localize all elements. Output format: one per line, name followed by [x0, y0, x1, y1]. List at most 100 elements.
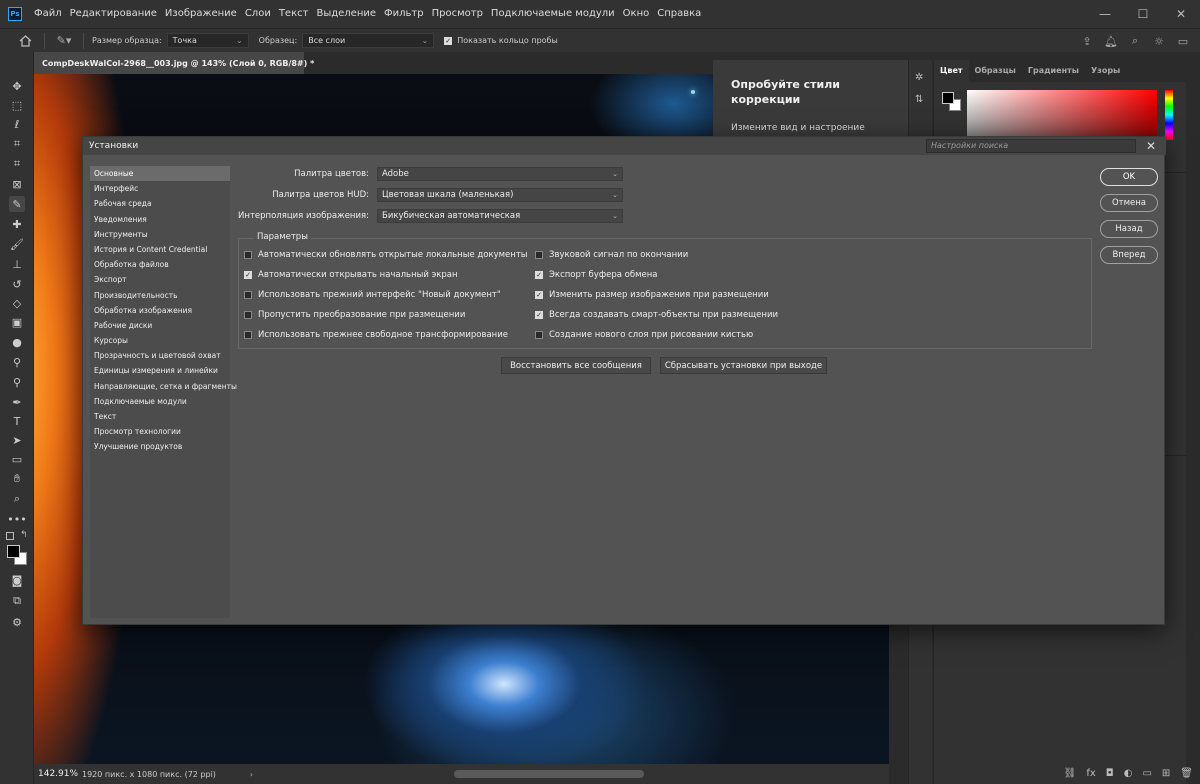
trash-icon[interactable]: 🗑︎ [1180, 768, 1193, 779]
checkbox[interactable] [244, 311, 252, 319]
reset-on-quit-button[interactable]: Сбрасывать установки при выходе [660, 357, 827, 374]
nav-cursors[interactable]: Курсоры [90, 333, 230, 348]
sample-select[interactable]: Все слои ⌄ [302, 33, 435, 48]
option-always-smart-objects[interactable]: ✓ Всегда создавать смарт-объекты при раз… [535, 310, 778, 320]
nav-units[interactable]: Единицы измерения и линейки [90, 363, 230, 378]
healing-brush-icon[interactable]: ✚ [9, 216, 25, 232]
tab-swatches[interactable]: Образцы [969, 60, 1022, 82]
hue-slider[interactable] [1165, 90, 1173, 140]
more-tools-icon[interactable]: ••• [7, 511, 26, 527]
learn-icon[interactable]: ✲ [915, 72, 927, 84]
maximize-icon[interactable]: ☐ [1124, 0, 1162, 28]
bell-icon[interactable]: 🔔︎ [1104, 34, 1118, 48]
foreground-color-swatch[interactable] [7, 545, 20, 558]
search-icon[interactable]: ⌕ [1128, 34, 1142, 48]
checkbox[interactable]: ✓ [535, 291, 543, 299]
generative-icon[interactable]: ⚙ [9, 614, 25, 630]
home-icon[interactable] [14, 30, 36, 52]
minimize-icon[interactable]: — [1086, 0, 1124, 28]
ok-button[interactable]: OK [1100, 168, 1158, 186]
hud-picker-select[interactable]: Цветовая шкала (маленькая) ⌄ [377, 188, 623, 202]
nav-workspace[interactable]: Рабочая среда [90, 196, 230, 211]
menu-image[interactable]: Изображение [161, 0, 241, 28]
zoom-tool-icon[interactable]: ⌕ [9, 491, 25, 507]
option-legacy-free-transform[interactable]: Использовать прежнее свободное трансформ… [244, 330, 508, 340]
checkbox[interactable] [244, 331, 252, 339]
sample-size-select[interactable]: Точка ⌄ [166, 33, 249, 48]
menu-file[interactable]: Файл [30, 0, 66, 28]
path-select-tool-icon[interactable]: ➤ [9, 432, 25, 448]
nav-product-improvement[interactable]: Улучшение продуктов [90, 439, 230, 454]
workspace-icon[interactable]: ▭ [1176, 34, 1190, 48]
menu-window[interactable]: Окно [619, 0, 654, 28]
new-layer-icon[interactable]: ⊞ [1162, 768, 1170, 779]
option-legacy-new-doc[interactable]: Использовать прежний интерфейс "Новый до… [244, 290, 501, 300]
option-export-clipboard[interactable]: ✓ Экспорт буфера обмена [535, 270, 657, 280]
crop-tool-icon[interactable]: ⌗ [9, 156, 25, 172]
swap-colors-icon[interactable]: ↰ [20, 530, 28, 540]
dodge-tool-icon[interactable]: ⚲ [9, 354, 25, 370]
nav-tech-previews[interactable]: Просмотр технологии [90, 424, 230, 439]
marquee-tool-icon[interactable]: ⬚ [9, 97, 25, 113]
sponge-tool-icon[interactable]: ⚲ [9, 374, 25, 390]
tab-color[interactable]: Цвет [934, 60, 969, 82]
hand-tool-icon[interactable]: ✋︎ [9, 471, 25, 487]
option-auto-open-start[interactable]: ✓ Автоматически открывать начальный экра… [244, 270, 458, 280]
checkbox[interactable]: ✓ [244, 271, 252, 279]
nav-scratch-disks[interactable]: Рабочие диски [90, 318, 230, 333]
tab-gradients[interactable]: Градиенты [1022, 60, 1085, 82]
next-button[interactable]: Вперед [1100, 246, 1158, 264]
option-resize-on-place[interactable]: ✓ Изменить размер изображения при размещ… [535, 290, 769, 300]
type-tool-icon[interactable]: T [9, 413, 25, 429]
history-brush-icon[interactable]: ↺ [9, 276, 25, 292]
nav-transparency[interactable]: Прозрачность и цветовой охват [90, 348, 230, 363]
checkbox[interactable] [535, 251, 543, 259]
reset-messages-button[interactable]: Восстановить все сообщения [501, 357, 651, 374]
option-skip-transform[interactable]: Пропустить преобразование при размещении [244, 310, 465, 320]
zoom-level[interactable]: 142.91% [34, 769, 78, 779]
menu-help[interactable]: Справка [653, 0, 705, 28]
nav-performance[interactable]: Производительность [90, 288, 230, 303]
menu-filter[interactable]: Фильтр [380, 0, 428, 28]
nav-file-handling[interactable]: Обработка файлов [90, 257, 230, 272]
rectangle-tool-icon[interactable]: ▭ [9, 451, 25, 467]
horizontal-scrollbar[interactable] [454, 770, 644, 778]
menu-edit[interactable]: Редактирование [66, 0, 161, 28]
panel-foreground-swatch[interactable] [942, 92, 954, 104]
checkbox[interactable] [244, 291, 252, 299]
color-picker-select[interactable]: Adobe ⌄ [377, 167, 623, 181]
nav-image-processing[interactable]: Обработка изображения [90, 303, 230, 318]
show-ring-checkbox[interactable]: ✓ [444, 36, 453, 45]
prev-button[interactable]: Назад [1100, 220, 1158, 238]
checkbox[interactable] [535, 331, 543, 339]
menu-plugins[interactable]: Подключаемые модули [487, 0, 619, 28]
color-field[interactable] [967, 90, 1157, 140]
interpolation-select[interactable]: Бикубическая автоматическая ⌄ [377, 209, 623, 223]
menu-view[interactable]: Просмотр [428, 0, 487, 28]
fx-icon[interactable]: fx [1086, 768, 1095, 779]
nav-export[interactable]: Экспорт [90, 272, 230, 287]
lasso-tool-icon[interactable]: ℓ [9, 116, 25, 132]
eyedropper-tool-icon[interactable]: ✎ [9, 196, 25, 212]
menu-type[interactable]: Текст [275, 0, 313, 28]
settings-search-input[interactable]: Настройки поиска [926, 139, 1136, 153]
option-beep-when-done[interactable]: Звуковой сигнал по окончании [535, 250, 688, 260]
eraser-tool-icon[interactable]: ◇ [9, 295, 25, 311]
nav-history[interactable]: История и Content Credential [90, 242, 230, 257]
nav-type[interactable]: Текст [90, 409, 230, 424]
menu-select[interactable]: Выделение [312, 0, 380, 28]
link-icon[interactable]: ⛓ [1064, 768, 1077, 779]
document-tab[interactable]: CompDeskWalCol-2968__003.jpg @ 143% (Сло… [34, 52, 314, 74]
share-icon[interactable]: ⇪ [1080, 34, 1094, 48]
discover-icon[interactable]: ☼ [1152, 34, 1166, 48]
close-icon[interactable]: ✕ [1143, 138, 1159, 154]
move-tool-icon[interactable]: ✥ [9, 78, 25, 94]
nav-interface[interactable]: Интерфейс [90, 181, 230, 196]
photoshop-logo[interactable]: Ps [8, 7, 22, 21]
pen-tool-icon[interactable]: ✒ [9, 394, 25, 410]
default-colors-icon[interactable] [6, 532, 14, 540]
mask-icon[interactable]: ◘ [1106, 768, 1114, 779]
gradient-tool-icon[interactable]: ▣ [9, 314, 25, 330]
adjustment-layer-icon[interactable]: ◐ [1124, 768, 1133, 779]
panel-scrollbar[interactable] [1186, 60, 1200, 784]
